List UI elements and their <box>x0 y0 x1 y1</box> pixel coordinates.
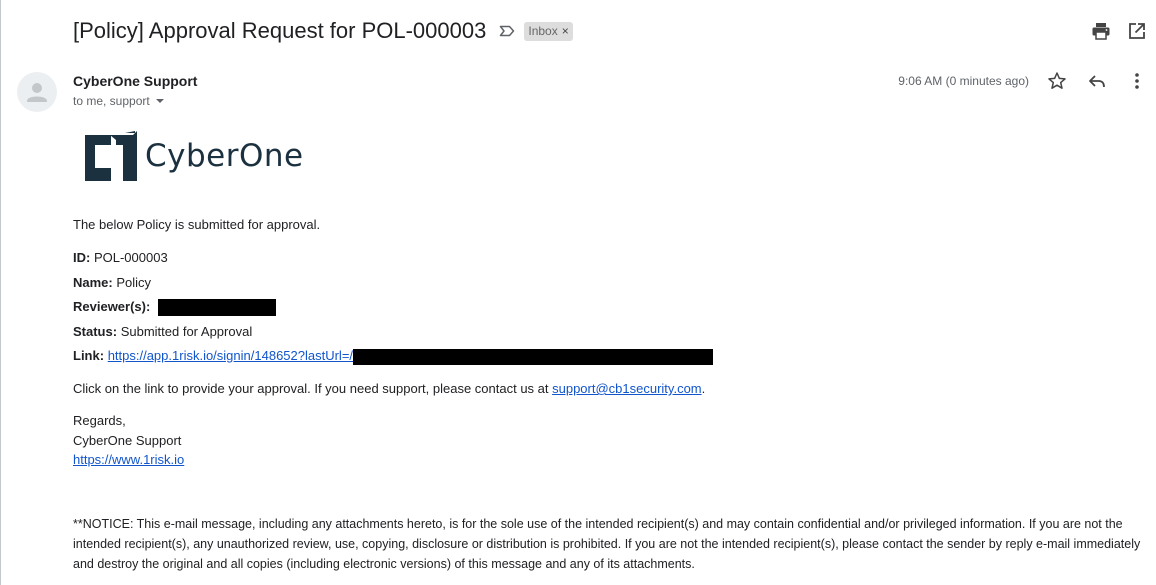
status-value: Submitted for Approval <box>120 324 253 339</box>
open-in-new-icon[interactable] <box>1126 20 1148 42</box>
label-important-icon[interactable] <box>498 22 516 40</box>
name-value: Policy <box>116 275 152 290</box>
inbox-label-badge: Inbox × <box>524 21 573 41</box>
legal-notice: **NOTICE: This e-mail message, including… <box>73 517 1141 571</box>
policy-id-line: ID: POL-000003 <box>73 250 168 265</box>
more-vert-icon[interactable] <box>1126 70 1148 92</box>
status-label: Status: <box>73 324 118 339</box>
remove-label-button[interactable]: × <box>562 23 569 40</box>
website-line: https://www.1risk.io <box>73 452 184 467</box>
recipients-line: to me, support <box>73 94 164 108</box>
redacted-link-suffix <box>353 348 714 365</box>
redacted-reviewers <box>157 299 276 317</box>
inbox-label-text: Inbox <box>528 23 558 38</box>
message-actions <box>1046 70 1148 92</box>
top-toolbar <box>1090 20 1148 42</box>
star-icon[interactable] <box>1046 70 1068 92</box>
person-icon <box>27 83 47 102</box>
recipients-text: to me, support <box>73 94 150 108</box>
click-text: Click on the link to provide your approv… <box>73 381 553 396</box>
reviewers-line: Reviewer(s): <box>73 299 276 317</box>
email-timestamp: 9:06 AM (0 minutes ago) <box>898 74 1029 88</box>
click-text-end: . <box>701 381 706 396</box>
status-line: Status: Submitted for Approval <box>73 324 252 339</box>
name-label: Name: <box>73 275 113 290</box>
cyberone-logo: CyberOne <box>85 131 304 181</box>
show-details-caret-icon[interactable] <box>155 99 164 103</box>
logo-text: CyberOne <box>145 138 304 174</box>
approval-link[interactable]: https://app.1risk.io/signin/148652?lastU… <box>108 348 353 363</box>
print-icon[interactable] <box>1090 20 1112 42</box>
subject-row: [Policy] Approval Request for POL-000003… <box>73 16 573 46</box>
left-border <box>0 0 1 585</box>
support-email-link[interactable]: support@cb1security.com <box>552 381 702 396</box>
id-value: POL-000003 <box>93 250 168 265</box>
regards-text: Regards, <box>73 413 126 428</box>
intro-text: The below Policy is submitted for approv… <box>73 217 321 232</box>
signature-text: CyberOne Support <box>73 433 182 448</box>
reviewers-label: Reviewer(s): <box>73 299 151 314</box>
reply-icon[interactable] <box>1086 70 1108 92</box>
link-line: Link: https://app.1risk.io/signin/148652… <box>73 348 714 365</box>
policy-name-line: Name: Policy <box>73 275 151 290</box>
link-label: Link: <box>73 348 105 363</box>
click-instructions: Click on the link to provide your approv… <box>73 381 705 396</box>
email-subject: [Policy] Approval Request for POL-000003 <box>73 18 487 43</box>
cyberone-logo-mark-icon <box>85 131 137 181</box>
sender-name[interactable]: CyberOne Support <box>73 73 197 89</box>
id-label: ID: <box>73 250 91 265</box>
sender-avatar[interactable] <box>17 72 57 112</box>
website-link[interactable]: https://www.1risk.io <box>73 452 184 467</box>
